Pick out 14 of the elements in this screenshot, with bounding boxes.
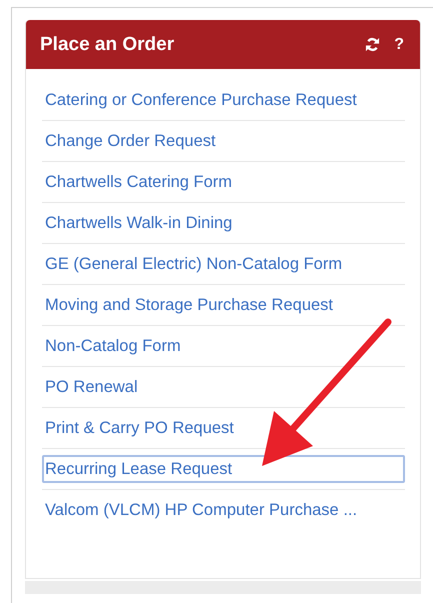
form-link[interactable]: GE (General Electric) Non-Catalog Form (42, 250, 405, 278)
help-button[interactable]: ? (392, 36, 406, 54)
panel-title: Place an Order (40, 34, 176, 56)
form-link[interactable]: Catering or Conference Purchase Request (42, 86, 405, 114)
form-link[interactable]: Chartwells Walk-in Dining (42, 209, 405, 237)
refresh-icon[interactable] (365, 37, 380, 52)
form-link[interactable]: Moving and Storage Purchase Request (42, 291, 405, 319)
form-link[interactable]: PO Renewal (42, 373, 405, 401)
form-link[interactable]: Recurring Lease Request (42, 455, 405, 483)
form-link[interactable]: Chartwells Catering Form (42, 168, 405, 196)
form-link[interactable]: Non-Catalog Form (42, 332, 405, 360)
form-link[interactable]: Print & Carry PO Request (42, 414, 405, 442)
form-link[interactable]: Valcom (VLCM) HP Computer Purchase ... (42, 496, 405, 524)
form-link[interactable]: Change Order Request (42, 127, 405, 155)
